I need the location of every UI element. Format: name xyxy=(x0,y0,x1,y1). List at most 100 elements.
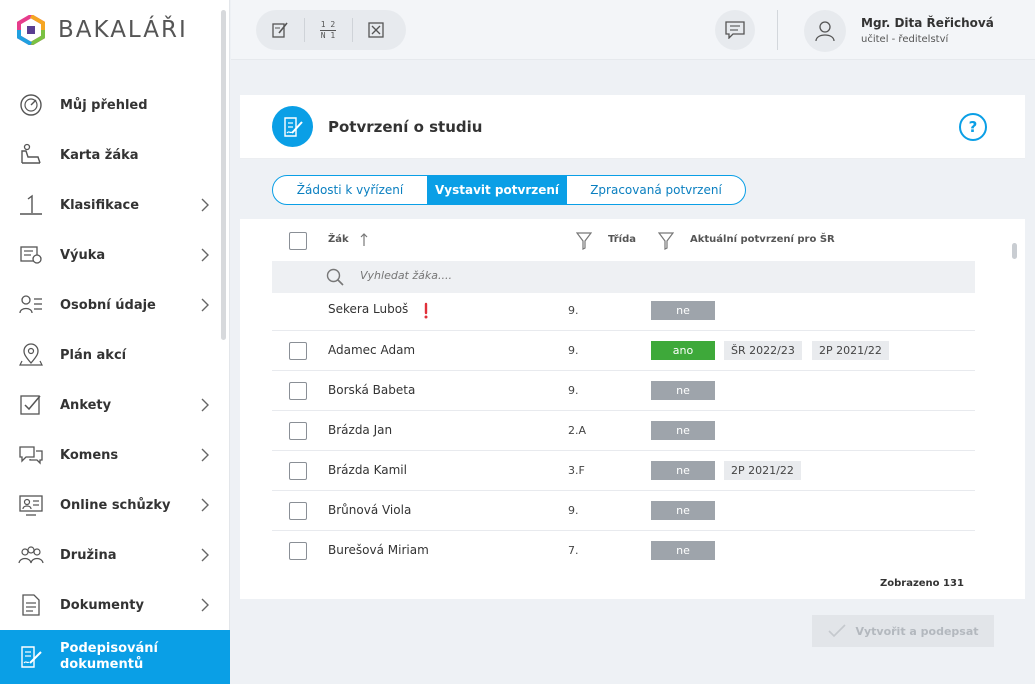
student-name: Sekera Luboš xyxy=(328,302,409,316)
row-checkbox[interactable] xyxy=(289,422,307,440)
sidebar-item-label: Plán akcí xyxy=(60,347,127,363)
page-title: Potvrzení o studiu xyxy=(328,118,483,136)
dashboard-icon xyxy=(20,94,42,116)
row-checkbox[interactable] xyxy=(289,542,307,560)
status-badge: ne xyxy=(651,301,715,320)
poll-icon xyxy=(20,395,41,415)
edit-tool-button[interactable] xyxy=(256,10,304,50)
sidebar-item-plan-akci[interactable]: Plán akcí xyxy=(0,330,230,380)
confirmation-tag: 2P 2021/22 xyxy=(724,461,801,480)
create-and-sign-button[interactable]: Vytvořit a podepsat xyxy=(812,615,994,647)
student-name: Brázda Kamil xyxy=(328,463,407,477)
row-checkbox[interactable] xyxy=(289,462,307,480)
table-row[interactable]: Borská Babeta 9. ne xyxy=(272,371,975,411)
table-row[interactable]: Brázda Kamil 3.F ne 2P 2021/22 xyxy=(272,451,975,491)
sidebar-item-podepisovani-dokumentu[interactable]: Podepisování dokumentů xyxy=(0,630,230,684)
search-row xyxy=(272,261,975,293)
grade-fraction-button[interactable]: 1 2N 1 xyxy=(304,10,352,50)
column-header-student[interactable]: Žák xyxy=(328,234,349,245)
chevron-right-icon xyxy=(201,598,209,612)
personal-data-icon xyxy=(19,295,42,314)
edit-icon xyxy=(272,22,288,38)
student-name: Adamec Adam xyxy=(328,343,416,357)
sidebar-item-label: Podepisování dokumentů xyxy=(60,641,158,673)
sidebar-nav: Můj přehled Karta žáka Klasifikace Výuka… xyxy=(0,80,230,684)
tab-zadosti-k-vyrizeni[interactable]: Žádosti k vyřízení xyxy=(273,176,427,204)
sidebar-item-komens[interactable]: Komens xyxy=(0,430,230,480)
row-checkbox[interactable] xyxy=(289,382,307,400)
chevron-right-icon xyxy=(201,498,209,512)
close-box-icon xyxy=(368,22,384,38)
sidebar-item-vyuka[interactable]: Výuka xyxy=(0,230,230,280)
column-header-class[interactable]: Třída xyxy=(608,234,636,245)
table-row[interactable]: Brůnová Viola 9. ne xyxy=(272,491,975,531)
sidebar-item-online-schuzky[interactable]: Online schůzky xyxy=(0,480,230,530)
student-name: Brůnová Viola xyxy=(328,503,412,517)
sort-ascending-icon[interactable] xyxy=(360,233,368,247)
table-header: Žák Třída Aktuální potvrzení pro ŠR xyxy=(272,223,975,259)
confirmation-tag: ŠR 2022/23 xyxy=(724,341,802,360)
search-input[interactable] xyxy=(360,269,660,282)
logo-hexagon-icon xyxy=(17,15,45,45)
search-icon xyxy=(326,268,344,286)
chat-icon xyxy=(19,446,43,465)
sidebar-item-dokumenty[interactable]: Dokumenty xyxy=(0,580,230,630)
avatar[interactable] xyxy=(804,10,846,52)
fraction-icon: 1 2N 1 xyxy=(319,19,337,41)
table-row[interactable]: Brázda Jan 2.A ne xyxy=(272,411,975,451)
chevron-right-icon xyxy=(201,248,209,262)
user-name[interactable]: Mgr. Dita Řeřichová xyxy=(861,16,994,30)
student-name: Borská Babeta xyxy=(328,383,416,397)
sidebar-item-label: Karta žáka xyxy=(60,147,139,163)
top-divider xyxy=(777,10,778,50)
sidebar-item-label: Osobní údaje xyxy=(60,297,156,313)
filter-icon[interactable] xyxy=(576,232,592,250)
check-icon xyxy=(828,624,847,638)
table-row[interactable]: Burešová Miriam 7. ne xyxy=(272,531,975,571)
sidebar-item-druzina[interactable]: Družina xyxy=(0,530,230,580)
page-icon xyxy=(272,106,313,147)
sidebar-item-label-line2: dokumentů xyxy=(60,657,144,672)
sidebar-item-osobni-udaje[interactable]: Osobní údaje xyxy=(0,280,230,330)
help-button[interactable]: ? xyxy=(959,113,987,141)
logo[interactable]: BAKALÁŘI xyxy=(16,12,188,48)
status-badge: ne xyxy=(651,501,715,520)
status-badge: ne xyxy=(651,541,715,560)
map-pin-icon xyxy=(19,343,43,366)
shown-count: Zobrazeno 131 xyxy=(880,578,964,589)
sidebar-item-label: Ankety xyxy=(60,397,112,413)
group-icon xyxy=(18,546,44,564)
sidebar-item-muj-prehled[interactable]: Můj přehled xyxy=(0,80,230,130)
sidebar-item-label: Online schůzky xyxy=(60,497,171,513)
table-scrollbar[interactable] xyxy=(1012,243,1017,259)
chevron-right-icon xyxy=(201,548,209,562)
select-all-checkbox[interactable] xyxy=(289,232,307,250)
student-icon xyxy=(21,143,41,164)
grade-icon xyxy=(20,194,42,215)
table-row[interactable]: Sekera Luboš 9. ne xyxy=(272,293,975,331)
chevron-right-icon xyxy=(201,198,209,212)
sidebar-item-label: Komens xyxy=(60,447,119,463)
fraction-top: 1 2 xyxy=(319,19,337,31)
messages-button[interactable] xyxy=(715,10,755,50)
tab-vystavit-potvrzeni[interactable]: Vystavit potvrzení xyxy=(427,176,567,204)
tabs-bar: Žádosti k vyřízení Vystavit potvrzení Zp… xyxy=(240,159,1025,219)
sidebar-item-klasifikace[interactable]: Klasifikace xyxy=(0,180,230,230)
row-checkbox[interactable] xyxy=(289,342,307,360)
close-box-button[interactable] xyxy=(352,10,400,50)
sidebar-item-ankety[interactable]: Ankety xyxy=(0,380,230,430)
filter-icon[interactable] xyxy=(658,232,674,250)
column-header-current-confirmation[interactable]: Aktuální potvrzení pro ŠR xyxy=(690,234,835,245)
status-badge: ne xyxy=(651,461,715,480)
top-bar: 1 2N 1 Mgr. Dita Řeřichová učitel - ředi… xyxy=(231,0,1035,60)
create-and-sign-label: Vytvořit a podepsat xyxy=(855,624,979,638)
sidebar-item-karta-zaka[interactable]: Karta žáka xyxy=(0,130,230,180)
table-row[interactable]: Adamec Adam 9. ano ŠR 2022/23 2P 2021/22 xyxy=(272,331,975,371)
panel-header: Potvrzení o studiu ? xyxy=(240,95,1025,159)
fraction-bottom: N 1 xyxy=(320,30,336,40)
row-checkbox[interactable] xyxy=(289,502,307,520)
tab-zpracovana-potvrzeni[interactable]: Zpracovaná potvrzení xyxy=(567,176,745,204)
sidebar-item-label: Dokumenty xyxy=(60,597,144,613)
sidebar-item-label: Můj přehled xyxy=(60,97,148,113)
toolbar-group: 1 2N 1 xyxy=(256,10,406,50)
